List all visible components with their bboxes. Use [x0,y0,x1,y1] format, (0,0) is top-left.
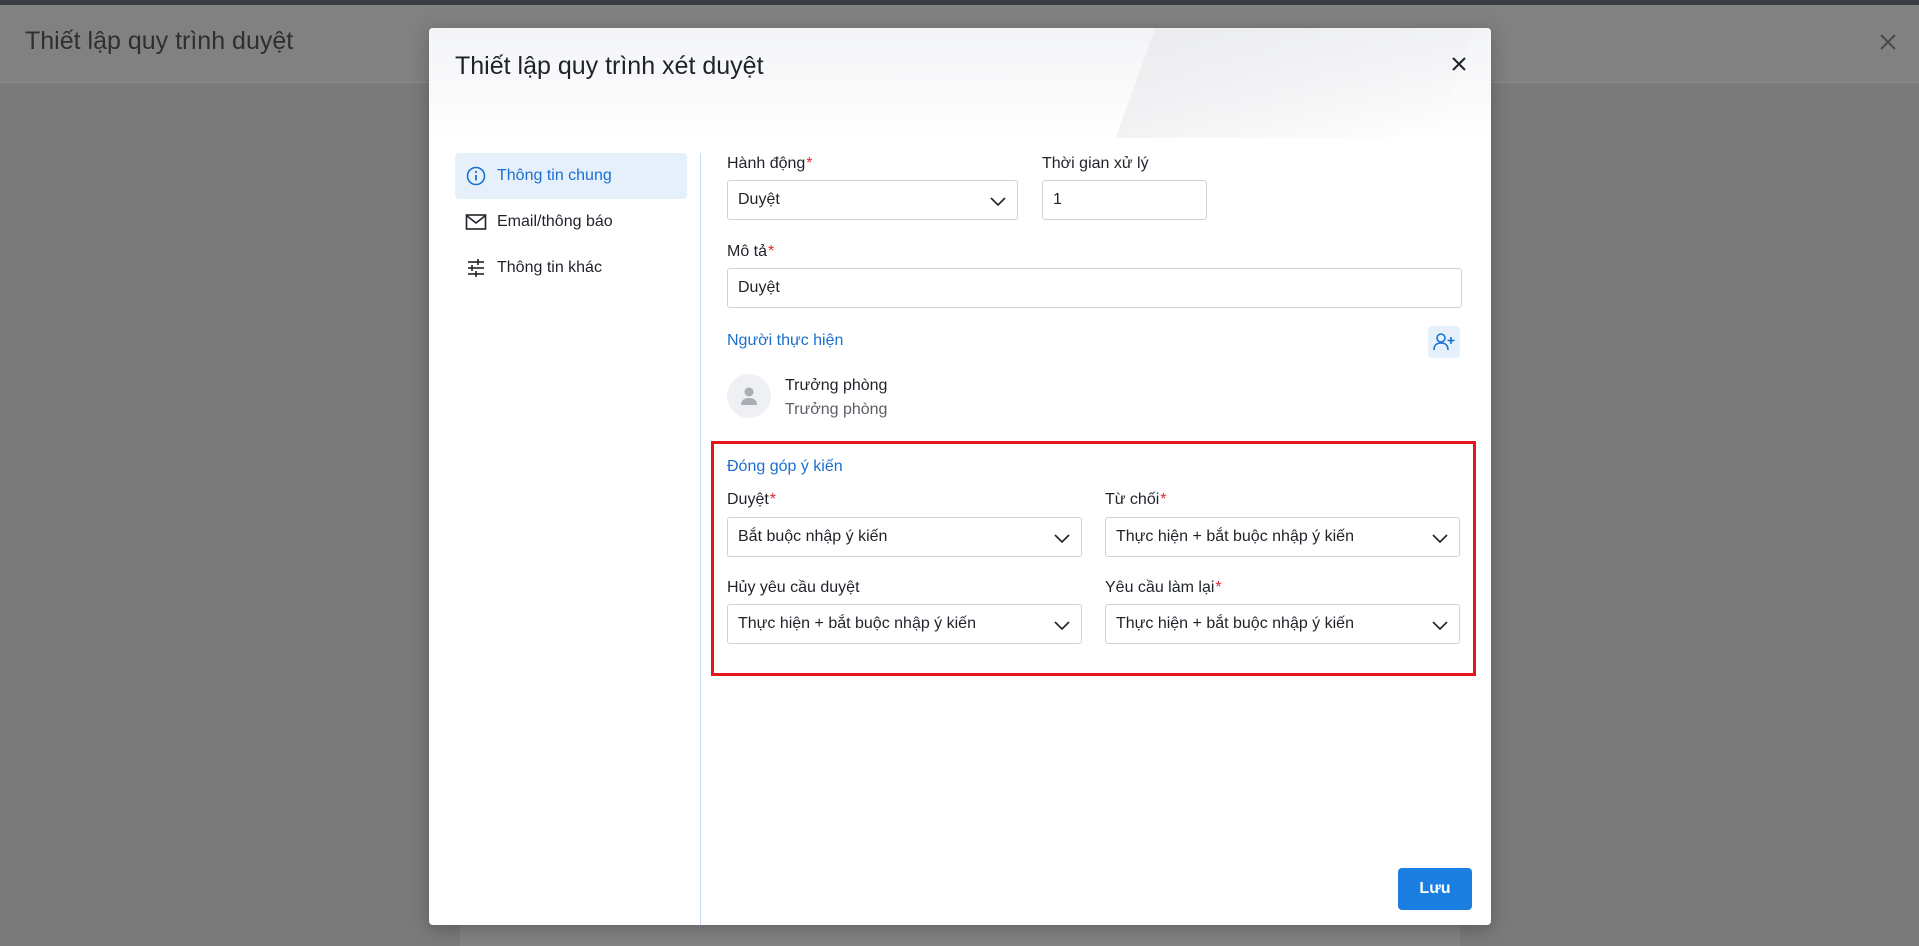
nav-item-label: Thông tin khác [497,259,602,276]
redo-value: Thực hiện + bắt buộc nhập ý kiến [1116,615,1354,632]
cancel-request-label: Hủy yêu cầu duyệt [727,579,860,596]
background-close-icon[interactable] [1877,31,1899,53]
reject-label-text: Từ chối [1105,491,1160,508]
redo-select[interactable]: Thực hiện + bắt buộc nhập ý kiến [1105,604,1460,644]
description-label-text: Mô tả [727,243,768,260]
time-input[interactable]: 1 [1042,180,1207,220]
performer-name: Trưởng phòng [785,377,888,394]
nav-item-other-info[interactable]: Thông tin khác [455,245,687,291]
approve-select[interactable]: Bắt buộc nhập ý kiến [727,517,1082,557]
nav-item-email[interactable]: Email/thông báo [455,199,687,245]
modal-header: Thiết lập quy trình xét duyệt [429,28,1491,138]
time-value: 1 [1053,191,1062,208]
action-label-text: Hành động [727,155,806,172]
approval-process-modal: Thiết lập quy trình xét duyệt Thông tin … [429,28,1491,925]
header-decoration [1115,28,1487,138]
vertical-divider [700,153,701,925]
feedback-section-title: Đóng góp ý kiến [727,458,843,475]
chevron-down-icon [990,197,1006,207]
save-button[interactable]: Lưu [1398,868,1472,910]
chevron-down-icon [1054,621,1070,631]
reject-value: Thực hiện + bắt buộc nhập ý kiến [1116,528,1354,545]
description-value: Duyệt [738,279,780,296]
modal-title: Thiết lập quy trình xét duyệt [455,52,764,80]
cancel-request-value: Thực hiện + bắt buộc nhập ý kiến [738,615,976,632]
close-icon[interactable] [1447,52,1471,76]
chevron-down-icon [1432,621,1448,631]
cancel-request-select[interactable]: Thực hiện + bắt buộc nhập ý kiến [727,604,1082,644]
description-input[interactable]: Duyệt [727,268,1462,308]
action-select[interactable]: Duyệt [727,180,1018,220]
action-label: Hành động* [727,155,813,173]
required-mark: * [1160,491,1167,508]
required-mark: * [1215,579,1222,596]
required-mark: * [768,243,775,260]
performer-role: Trưởng phòng [785,401,888,418]
required-mark: * [769,491,777,508]
background-page-title: Thiết lập quy trình duyệt [25,27,294,55]
person-icon [741,387,757,405]
redo-label: Yêu cầu làm lại* [1105,579,1222,597]
reject-select[interactable]: Thực hiện + bắt buộc nhập ý kiến [1105,517,1460,557]
approve-label-text: Duyệt [727,491,769,508]
action-value: Duyệt [738,191,780,208]
nav-item-label: Email/thông báo [497,213,613,230]
performer-section-title: Người thực hiện [727,332,844,349]
mail-icon [465,211,487,233]
info-circle-icon [465,165,487,187]
add-performer-button[interactable] [1428,326,1460,358]
time-label: Thời gian xử lý [1042,155,1149,172]
required-mark: * [806,155,813,172]
nav-item-label: Thông tin chung [497,167,612,184]
description-label: Mô tả* [727,243,774,261]
approve-label: Duyệt* [727,491,776,509]
chevron-down-icon [1432,534,1448,544]
reject-label: Từ chối* [1105,491,1167,509]
add-user-icon [1433,333,1455,351]
avatar [727,374,771,418]
side-nav: Thông tin chung Email/thông báo Thông ti… [455,153,687,291]
chevron-down-icon [1054,534,1070,544]
nav-item-general-info[interactable]: Thông tin chung [455,153,687,199]
sliders-icon [465,257,487,279]
redo-label-text: Yêu cầu làm lại [1105,579,1215,596]
approve-value: Bắt buộc nhập ý kiến [738,528,888,545]
